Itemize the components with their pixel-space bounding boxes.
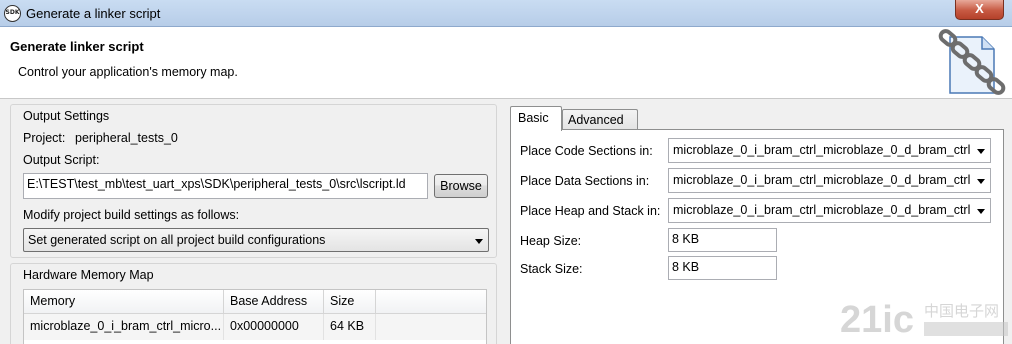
column-header-size[interactable]: Size [324,290,376,314]
table-row[interactable]: microblaze_0_i_bram_ctrl_micro... 0x0000… [24,314,486,340]
heap-stack-value: microblaze_0_i_bram_ctrl_microblaze_0_d_… [673,203,971,217]
watermark-text: 中国电子网 [924,302,999,320]
stack-size-label: Stack Size: [520,262,583,276]
data-sections-dropdown[interactable]: microblaze_0_i_bram_ctrl_microblaze_0_d_… [668,168,991,193]
output-settings-label: Output Settings [23,109,110,123]
heap-stack-dropdown[interactable]: microblaze_0_i_bram_ctrl_microblaze_0_d_… [668,198,991,223]
place-heap-stack-label: Place Heap and Stack in: [520,204,661,218]
cell-base-address: 0x00000000 [224,314,324,340]
21ic-watermark-logo: 21ic 中国电子网 [840,299,1008,341]
chevron-down-icon [977,209,985,214]
output-script-input[interactable]: E:\TEST\test_mb\test_uart_xps\SDK\periph… [23,173,428,199]
linker-chain-document-icon [938,29,1006,95]
tab-advanced[interactable]: Advanced [562,109,638,130]
chevron-down-icon [977,179,985,184]
close-button[interactable]: X [955,0,1004,20]
window-title: Generate a linker script [26,6,161,21]
watermark-brand: 21ic [840,299,914,341]
left-settings-panel: Output Settings Project: peripheral_test… [10,104,497,344]
data-sections-value: microblaze_0_i_bram_ctrl_microblaze_0_d_… [673,173,971,187]
wizard-header: Generate linker script Control your appl… [0,27,1012,99]
build-config-dropdown[interactable]: Set generated script on all project buil… [23,228,489,252]
heap-size-label: Heap Size: [520,234,582,248]
window-titlebar: SDK Generate a linker script X [0,0,1012,27]
hardware-memory-map-group: Hardware Memory Map Memory Base Address … [10,263,497,344]
memory-map-table: Memory Base Address Size microblaze_0_i_… [23,289,487,344]
page-description: Control your application's memory map. [18,65,238,79]
project-label: Project: [23,131,66,145]
chevron-down-icon [475,239,483,244]
code-sections-dropdown[interactable]: microblaze_0_i_bram_ctrl_microblaze_0_d_… [668,138,991,163]
column-header-memory[interactable]: Memory [24,290,224,314]
heap-size-input[interactable]: 8 KB [668,228,777,252]
tab-basic[interactable]: Basic [510,106,562,131]
close-icon: X [975,1,984,16]
chevron-down-icon [977,149,985,154]
hardware-memory-map-label: Hardware Memory Map [23,268,154,282]
project-value: peripheral_tests_0 [75,131,178,145]
cell-memory: microblaze_0_i_bram_ctrl_micro... [24,314,224,340]
stack-size-input[interactable]: 8 KB [668,256,777,280]
output-script-label: Output Script: [23,153,100,167]
place-code-sections-label: Place Code Sections in: [520,144,653,158]
place-data-sections-label: Place Data Sections in: [520,174,650,188]
modify-build-settings-label: Modify project build settings as follows… [23,208,240,222]
cell-size: 64 KB [324,314,376,340]
page-title: Generate linker script [10,39,144,54]
browse-button[interactable]: Browse [434,174,488,198]
sdk-app-icon: SDK [4,5,21,22]
column-header-base-address[interactable]: Base Address [224,290,324,314]
table-header: Memory Base Address Size [24,290,486,314]
build-config-selected: Set generated script on all project buil… [28,233,326,247]
output-settings-group: Output Settings Project: peripheral_test… [10,104,497,258]
code-sections-value: microblaze_0_i_bram_ctrl_microblaze_0_d_… [673,143,971,157]
